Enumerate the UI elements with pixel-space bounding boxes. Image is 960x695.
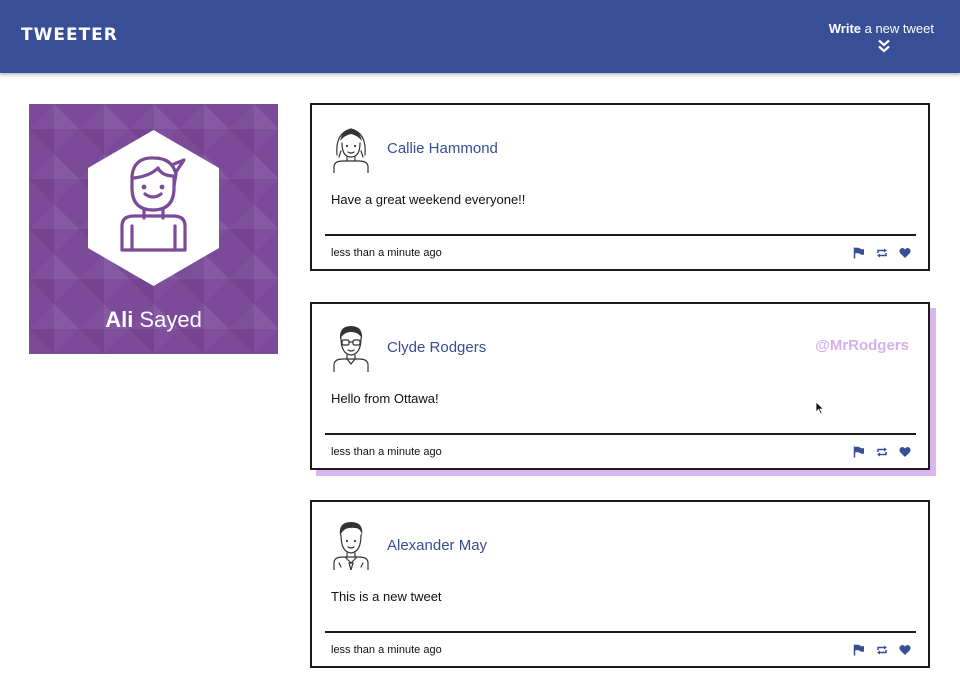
tweet-author[interactable]: Callie Hammond [387,140,498,157]
profile-name: Ali Sayed [29,307,278,333]
profile-first-name: Ali [105,307,134,332]
retweet-icon[interactable] [876,644,888,656]
tweet-author[interactable]: Clyde Rodgers [387,339,486,356]
tweet-card: Clyde Rodgers @MrRodgers Hello from Otta… [310,302,930,470]
tweet-timestamp: less than a minute ago [331,644,442,656]
navbar: TWEETER Write a new tweet [0,0,960,73]
tweet-divider [325,631,916,633]
tweet-actions [853,644,911,656]
double-chevron-down-icon [878,39,890,53]
tweet-card: Alexander May This is a new tweet less t… [310,500,930,668]
profile-card: Ali Sayed [29,104,278,354]
tweet-card: Callie Hammond Have a great weekend ever… [310,103,930,271]
tweet-divider [325,234,916,236]
tweet-content: This is a new tweet [331,589,442,604]
compose-label-rest: a new tweet [861,21,934,36]
tweet-content: Hello from Ottawa! [331,391,439,406]
tweet-author[interactable]: Alexander May [387,537,487,554]
flag-icon[interactable] [853,247,865,259]
heart-icon[interactable] [899,446,911,458]
woman-avatar-icon [333,128,369,173]
flag-icon[interactable] [853,446,865,458]
flag-icon[interactable] [853,644,865,656]
tweet-timestamp: less than a minute ago [331,446,442,458]
profile-last-name: Sayed [133,307,202,332]
heart-icon[interactable] [899,644,911,656]
heart-icon[interactable] [899,247,911,259]
profile-avatar [88,130,219,286]
compose-label-bold: Write [828,21,861,36]
retweet-icon[interactable] [876,446,888,458]
mouse-cursor-icon [815,401,825,415]
compose-toggle-button[interactable]: Write a new tweet [829,21,934,53]
tweet-handle[interactable]: @MrRodgers [815,337,909,354]
tweet-timestamp: less than a minute ago [331,247,442,259]
compose-label: Write a new tweet [829,21,934,36]
brand-logo[interactable]: TWEETER [21,25,118,45]
tweet-actions [853,247,911,259]
tweet-actions [853,446,911,458]
retweet-icon[interactable] [876,247,888,259]
tweet-divider [325,433,916,435]
tweet-content: Have a great weekend everyone!! [331,192,526,207]
man-glasses-avatar-icon [333,326,369,372]
man-tie-avatar-icon [333,522,369,570]
